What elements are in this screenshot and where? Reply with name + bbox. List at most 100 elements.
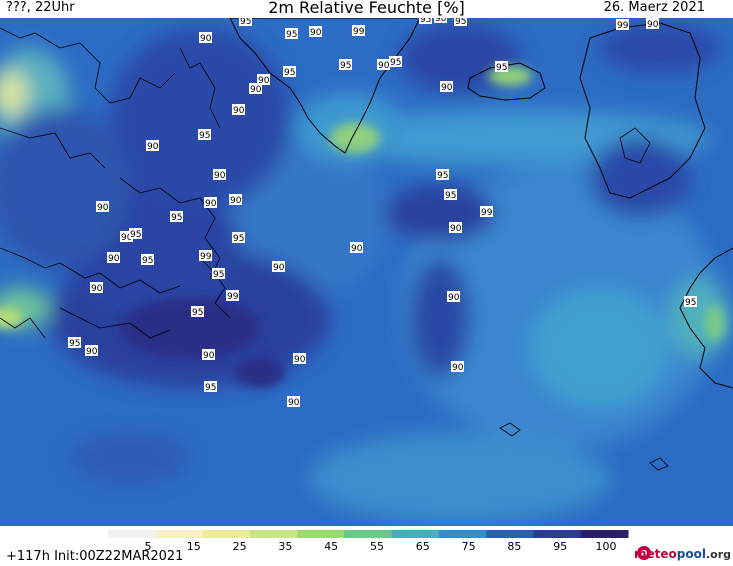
legend-tick-label: 95	[553, 540, 567, 550]
contour-label: 95	[191, 306, 204, 318]
legend-swatch	[580, 530, 629, 538]
contour-label: 90	[350, 242, 363, 254]
svg-text:95: 95	[685, 298, 696, 308]
contour-label: 90	[447, 291, 460, 303]
svg-text:99: 99	[227, 292, 239, 302]
contour-label: 95	[495, 61, 508, 73]
contour-label: 90	[90, 282, 103, 294]
svg-text:90: 90	[647, 20, 659, 30]
svg-text:90: 90	[448, 293, 460, 303]
init-time-label: +117h Init:00Z22MAR2021	[6, 549, 184, 564]
contour-label: 95	[68, 337, 81, 349]
brand-part-3: .org	[705, 548, 731, 561]
contour-label: 90	[229, 194, 242, 206]
svg-text:95: 95	[340, 61, 351, 71]
svg-text:95: 95	[142, 256, 153, 266]
contour-label: 90	[440, 81, 453, 93]
contour-label: 99	[480, 206, 493, 218]
svg-text:95: 95	[213, 270, 224, 280]
svg-text:95: 95	[284, 68, 295, 78]
svg-text:99: 99	[481, 208, 493, 218]
contour-label: 90	[449, 222, 462, 234]
legend-swatch	[533, 530, 582, 538]
svg-text:90: 90	[97, 203, 109, 213]
contour-label: 90	[204, 197, 217, 209]
contour-label: 90	[96, 201, 109, 213]
contour-label: 95	[684, 296, 697, 308]
contour-label: 95	[170, 211, 183, 223]
contour-label: 95	[129, 228, 142, 240]
legend-tick-label: 85	[507, 540, 521, 550]
contour-label: 99	[226, 290, 239, 302]
svg-text:90: 90	[203, 351, 215, 361]
brand-logo[interactable]: meteopool.org	[634, 547, 731, 561]
contour-label: 90	[287, 396, 300, 408]
legend-swatches	[108, 530, 629, 538]
legend-swatch	[344, 530, 393, 538]
svg-text:90: 90	[205, 199, 217, 209]
svg-text:95: 95	[199, 131, 210, 141]
svg-text:95: 95	[390, 58, 401, 68]
legend-tick-label: 65	[416, 540, 430, 550]
contour-label: 90	[202, 349, 215, 361]
color-legend: 5 15 25 35 45 55 65 75 85 95 100	[108, 530, 629, 550]
legend-swatch	[391, 530, 440, 538]
svg-text:90: 90	[310, 28, 322, 38]
legend-tick-label: 35	[278, 540, 292, 550]
svg-text:95: 95	[171, 213, 182, 223]
legend-swatch	[249, 530, 298, 538]
legend-ticks: 5 15 25 35 45 55 65 75 85 95 100	[145, 540, 617, 550]
contour-label: 95	[285, 28, 298, 40]
svg-text:95: 95	[240, 18, 251, 27]
contour-label: 95	[232, 232, 245, 244]
contour-label: 95	[454, 18, 467, 27]
contour-label: 90	[451, 361, 464, 373]
svg-text:95: 95	[233, 234, 244, 244]
svg-text:90: 90	[452, 363, 464, 373]
contour-label: 95	[444, 189, 457, 201]
contour-label: 90	[309, 26, 322, 38]
svg-text:90: 90	[273, 263, 285, 273]
contour-label: 99	[616, 19, 629, 31]
svg-text:90: 90	[250, 85, 262, 95]
svg-text:90: 90	[147, 142, 159, 152]
svg-text:90: 90	[294, 355, 306, 365]
contour-label: 90	[146, 140, 159, 152]
legend-tick-label: 100	[596, 540, 617, 550]
contour-label: 95	[212, 268, 225, 280]
svg-text:99: 99	[617, 21, 629, 31]
svg-text:95: 95	[496, 63, 507, 73]
footer-bar: 5 15 25 35 45 55 65 75 85 95 100 +117h Init:00Z22M…	[0, 526, 733, 566]
svg-text:95: 95	[420, 18, 431, 25]
contour-label: 95	[283, 66, 296, 78]
svg-text:95: 95	[205, 383, 216, 393]
contour-label: 90	[85, 345, 98, 357]
svg-text:90: 90	[450, 224, 462, 234]
contour-label: 90	[293, 353, 306, 365]
legend-tick-label: 15	[187, 540, 201, 550]
svg-text:90: 90	[214, 171, 226, 181]
contour-label: 90	[377, 59, 390, 71]
svg-text:95: 95	[437, 171, 448, 181]
svg-text:90: 90	[378, 61, 390, 71]
svg-text:90: 90	[288, 398, 300, 408]
contour-label: 99	[199, 250, 212, 262]
svg-text:95: 95	[445, 191, 456, 201]
valid-date-label: 26. Maerz 2021	[603, 0, 705, 15]
svg-text:90: 90	[351, 244, 363, 254]
brand-part-2: pool	[676, 547, 706, 561]
humidity-map: 959990 95 9095 90 95 99 9095909095 90 95 95909095…	[0, 18, 733, 526]
contour-label: 90	[213, 169, 226, 181]
legend-swatch	[297, 530, 345, 538]
brand-part-1: meteo	[633, 547, 677, 561]
svg-text:90: 90	[91, 284, 103, 294]
contour-label: 95	[389, 56, 402, 68]
contour-label: 90	[272, 261, 285, 273]
contour-label: 95	[436, 169, 449, 181]
contour-label: 90	[646, 18, 659, 30]
legend-swatch	[155, 530, 204, 538]
svg-text:90: 90	[108, 254, 120, 264]
contour-label: 95	[198, 129, 211, 141]
svg-text:99: 99	[200, 252, 212, 262]
contour-label: 95	[141, 254, 154, 266]
